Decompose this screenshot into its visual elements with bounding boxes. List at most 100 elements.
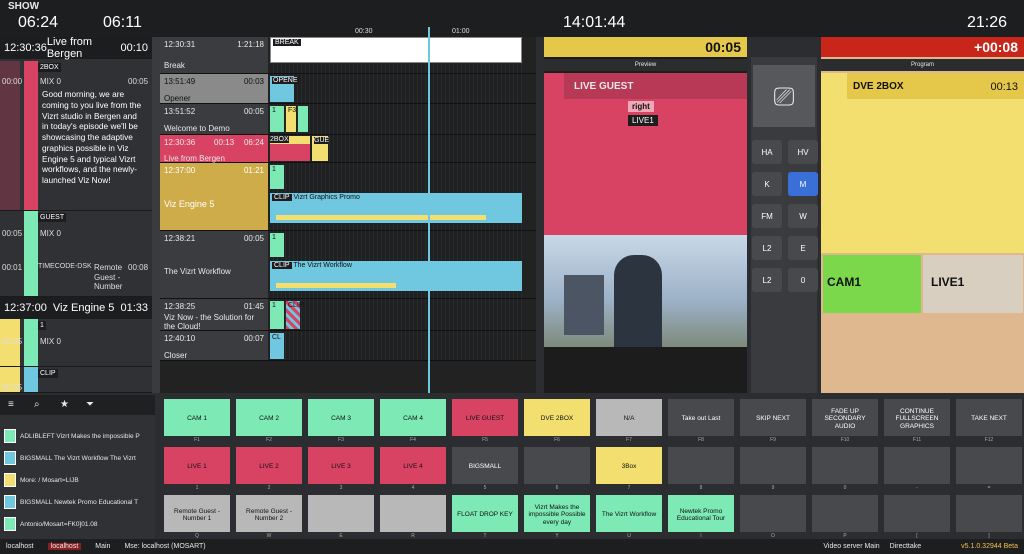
row-duration: 1:21:18 — [237, 40, 264, 49]
filter-bar: ≡ ⌕ ★ ⏷ — [0, 395, 155, 415]
cast-icon[interactable]: ⎚ — [753, 65, 815, 127]
shortcut-button[interactable]: CAM 2 — [236, 399, 302, 436]
item-time: 00:05 — [2, 229, 23, 238]
rundown-row[interactable]: 12:30:31 1:21:18 Break BREAK — [160, 37, 536, 74]
rundown-row[interactable]: 13:51:49 00:03 Opener OPENE — [160, 74, 536, 104]
grid-btn[interactable]: W — [788, 204, 818, 228]
shortcut-button[interactable]: LIVE 1 — [164, 447, 230, 484]
shortcut-button[interactable]: N/A — [596, 399, 662, 436]
shortcut-button[interactable]: DVE 2BOX — [524, 399, 590, 436]
shortcut-key-label: 7 — [627, 485, 631, 491]
item-tag: CLIP — [38, 369, 58, 378]
shortcut-button[interactable]: LIVE 2 — [236, 447, 302, 484]
shortcut-button[interactable] — [308, 495, 374, 532]
preview-panel: 00:05 Preview LIVE GUEST right LIVE1 — [544, 37, 747, 393]
shortcut-button[interactable]: Remote Guest - Number 1 — [164, 495, 230, 532]
shortcut-button[interactable]: LIVE 3 — [308, 447, 374, 484]
shortcut-button[interactable]: FLOAT DROP KEY — [452, 495, 518, 532]
shortcut-key-label: 9 — [771, 485, 775, 491]
shortcut-button[interactable] — [812, 495, 878, 532]
story-item[interactable]: CLIP 00:05 — [0, 367, 152, 393]
splitter[interactable] — [152, 37, 160, 393]
shortcut-button[interactable]: Take out Last — [668, 399, 734, 436]
rundown-row[interactable]: 12:40:10 00:07 Closer CL — [160, 331, 536, 361]
filter-list: ADLIBLEFT Vizrt Makes the impossible P B… — [0, 415, 155, 539]
list-item[interactable]: ADLIBLEFT Vizrt Makes the impossible P — [4, 425, 152, 447]
segment-title: Viz Engine 5 — [52, 302, 115, 314]
grid-btn[interactable]: HV — [788, 140, 818, 164]
shortcut-button[interactable]: CAM 1 — [164, 399, 230, 436]
shortcut-button[interactable]: The Vizrt Workflow — [596, 495, 662, 532]
menu-icon[interactable]: ≡ — [8, 399, 14, 410]
row-time: 12:37:00 — [164, 166, 196, 175]
shortcut-button[interactable]: LIVE 4 — [380, 447, 446, 484]
rundown-row[interactable]: 13:51:52 00:05 Welcome to Demo 1 F3 — [160, 104, 536, 135]
rundown-row[interactable]: 12:37:00 01:21 Viz Engine 5 1 CLIP Vizrt G… — [160, 163, 536, 231]
list-item[interactable]: Antonio/Mosart=FK0]01.08 — [4, 513, 152, 535]
item-command: TIMECODE-DSK — [38, 263, 92, 270]
shortcut-button[interactable] — [740, 447, 806, 484]
grid-btn[interactable]: L2 — [752, 236, 782, 260]
shortcut-button[interactable]: LIVE GUEST — [452, 399, 518, 436]
shortcut-button[interactable] — [956, 495, 1022, 532]
shortcut-button[interactable]: Remote Guest - Number 2 — [236, 495, 302, 532]
shortcut-button[interactable] — [380, 495, 446, 532]
grid-btn[interactable]: L2 — [752, 268, 782, 292]
shortcut-button[interactable] — [668, 447, 734, 484]
shortcut-button[interactable] — [884, 447, 950, 484]
shortcut-button[interactable]: Newtek Promo Educational Tour — [668, 495, 734, 532]
story-item[interactable]: 1 MIX 0 00:05 — [0, 319, 152, 367]
shortcut-button[interactable] — [812, 447, 878, 484]
status-take: Directtake — [889, 543, 922, 550]
story-item[interactable]: GUEST MIX 0 00:05 00:01 TIMECODE-DSK Rem… — [0, 211, 152, 297]
shortcut-button[interactable]: FADE UP SECONDARY AUDIO — [812, 399, 878, 436]
grid-btn[interactable]: FM — [752, 204, 782, 228]
row-title: Closer — [164, 351, 188, 360]
star-icon[interactable]: ★ — [60, 399, 69, 410]
search-icon[interactable]: ⌕ — [34, 399, 40, 410]
clip-tag: CLIP — [272, 194, 292, 201]
mix-label: MIX 0 — [40, 77, 61, 86]
shortcut-button[interactable] — [740, 495, 806, 532]
rundown-row[interactable]: 12:38:25 01:45 Viz Now - the Solution for … — [160, 299, 536, 331]
row-time: 12:30:36 — [164, 138, 196, 147]
playhead[interactable] — [428, 27, 430, 393]
grid-btn-active[interactable]: M — [788, 172, 818, 196]
shortcut-button[interactable]: 3Box — [596, 447, 662, 484]
grid-btn[interactable]: 0 — [788, 268, 818, 292]
program-item[interactable]: DVE 2BOX 00:13 — [821, 73, 1024, 253]
shortcut-button[interactable]: SKIP NEXT — [740, 399, 806, 436]
preview-item[interactable]: LIVE GUEST right LIVE1 — [544, 73, 747, 235]
script-panel: 12:30:36 Live from Bergen 00:10 2BOX MIX… — [0, 36, 152, 393]
filter-icon[interactable]: ⏷ — [86, 399, 94, 410]
shortcut-button[interactable]: BIGSMALL — [452, 447, 518, 484]
segment-header[interactable]: 12:30:36 Live from Bergen 00:10 — [0, 36, 152, 60]
rundown-row[interactable]: 12:38:21 00:05 The Vizrt Workflow 1 CLIP T… — [160, 231, 536, 299]
status-bar: localhost localhost Main Mse: localhost … — [0, 539, 1024, 554]
item-time: 00:05 — [2, 383, 23, 392]
list-item[interactable]: BIGSMALL The Vizrt Workflow The Vizrt — [4, 447, 152, 469]
row-time: 12:38:25 — [164, 302, 196, 311]
shortcut-button[interactable]: CAM 3 — [308, 399, 374, 436]
grid-btn[interactable]: E — [788, 236, 818, 260]
list-item[interactable]: More: / Mosart=LIJB — [4, 469, 152, 491]
shortcut-key-label: 3 — [339, 485, 343, 491]
row-title: Break — [164, 61, 185, 70]
shortcut-button[interactable]: CAM 4 — [380, 399, 446, 436]
grid-btn[interactable]: HA — [752, 140, 782, 164]
list-item[interactable]: BIGSMALL Newtek Promo Educational T — [4, 491, 152, 513]
shortcut-key-label: 4 — [411, 485, 415, 491]
shortcut-button[interactable] — [956, 447, 1022, 484]
shortcut-button[interactable]: CONTINUE FULLSCREEN GRAPHICS — [884, 399, 950, 436]
shortcut-button[interactable] — [884, 495, 950, 532]
story-item[interactable]: 2BOX MIX 0 00:00 00:05 Good morning, we … — [0, 61, 152, 211]
shortcut-button[interactable] — [524, 447, 590, 484]
shortcut-button[interactable]: Vizrt Makes the impossible Possible ever… — [524, 495, 590, 532]
grid-btn[interactable]: K — [752, 172, 782, 196]
top-bar — [0, 0, 1024, 37]
shortcut-key-label: F4 — [410, 437, 416, 443]
shortcut-key-label: 0 — [843, 485, 847, 491]
shortcut-button[interactable]: TAKE NEXT — [956, 399, 1022, 436]
rundown-row-active[interactable]: 12:30:36 00:13 06:24 Live from Bergen 2BOX G… — [160, 135, 536, 163]
segment-header[interactable]: 12:37:00 Viz Engine 5 01:33 — [0, 297, 152, 319]
